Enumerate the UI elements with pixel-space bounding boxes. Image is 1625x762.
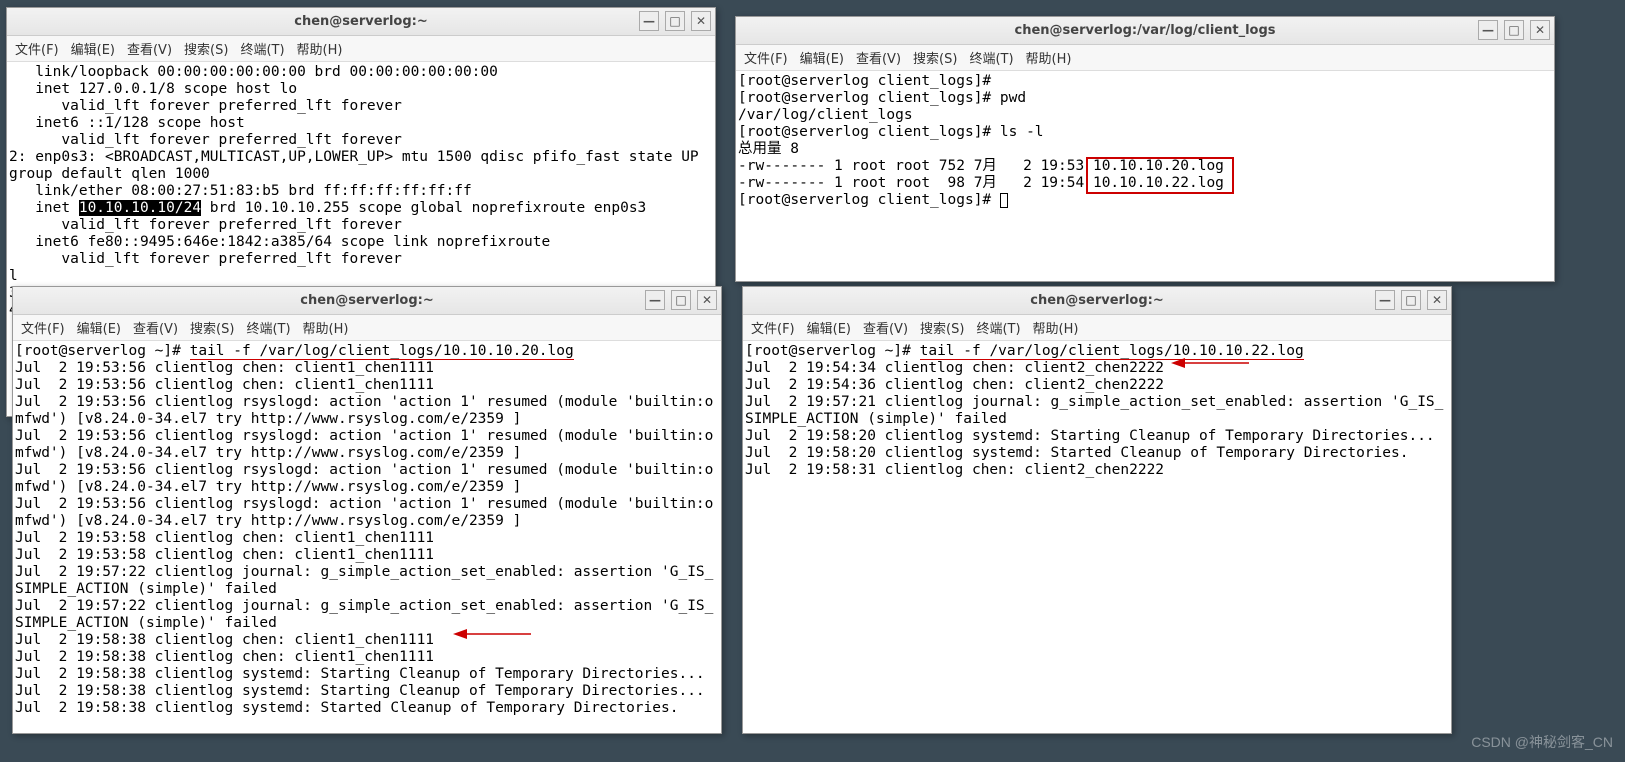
log-file-2: 10.10.10.22.log: [1093, 175, 1224, 191]
maximize-icon: □: [1405, 293, 1416, 307]
close-button[interactable]: ✕: [697, 290, 717, 310]
maximize-button[interactable]: □: [671, 290, 691, 310]
menu-edit[interactable]: 编辑(E): [800, 48, 844, 67]
highlighted-ip: 10.10.10.10/24: [79, 200, 201, 216]
titlebar[interactable]: chen@serverlog:~ — □ ✕: [743, 287, 1451, 315]
menu-view[interactable]: 查看(V): [133, 318, 178, 337]
maximize-button[interactable]: □: [1504, 20, 1524, 40]
menu-search[interactable]: 搜索(S): [190, 318, 234, 337]
watermark: CSDN @神秘剑客_CN: [1471, 732, 1613, 752]
menu-view[interactable]: 查看(V): [127, 39, 172, 58]
menu-terminal[interactable]: 终端(T): [969, 48, 1013, 67]
menu-view[interactable]: 查看(V): [863, 318, 908, 337]
titlebar[interactable]: chen@serverlog:~ — □ ✕: [7, 8, 715, 36]
menubar: 文件(F) 编辑(E) 查看(V) 搜索(S) 终端(T) 帮助(H): [13, 315, 721, 341]
terminal-output[interactable]: [root@serverlog ~]# tail -f /var/log/cli…: [743, 341, 1451, 733]
terminal-output[interactable]: [root@serverlog client_logs]# [root@serv…: [736, 71, 1554, 281]
close-icon: ✕: [696, 14, 706, 28]
cursor-icon: [1000, 193, 1008, 208]
close-button[interactable]: ✕: [691, 11, 711, 31]
menu-file[interactable]: 文件(F): [15, 39, 59, 58]
menu-file[interactable]: 文件(F): [751, 318, 795, 337]
menu-file[interactable]: 文件(F): [21, 318, 65, 337]
log-file-1: 10.10.10.20.log: [1093, 158, 1224, 174]
tail-command: tail -f /var/log/client_logs/10.10.10.20…: [190, 343, 574, 360]
menubar: 文件(F) 编辑(E) 查看(V) 搜索(S) 终端(T) 帮助(H): [743, 315, 1451, 341]
maximize-icon: □: [1508, 23, 1519, 37]
prompt: [root@serverlog ~]#: [745, 343, 920, 359]
minimize-icon: —: [649, 293, 661, 307]
menu-terminal[interactable]: 终端(T): [240, 39, 284, 58]
maximize-button[interactable]: □: [665, 11, 685, 31]
menu-help[interactable]: 帮助(H): [303, 318, 349, 337]
minimize-icon: —: [643, 14, 655, 28]
terminal-window-bottomright[interactable]: chen@serverlog:~ — □ ✕ 文件(F) 编辑(E) 查看(V)…: [742, 286, 1452, 734]
maximize-icon: □: [675, 293, 686, 307]
maximize-icon: □: [669, 14, 680, 28]
menubar: 文件(F) 编辑(E) 查看(V) 搜索(S) 终端(T) 帮助(H): [736, 45, 1554, 71]
arrow-annotation-icon: [453, 626, 533, 642]
menu-file[interactable]: 文件(F): [744, 48, 788, 67]
minimize-button[interactable]: —: [1478, 20, 1498, 40]
titlebar[interactable]: chen@serverlog:/var/log/client_logs — □ …: [736, 17, 1554, 45]
minimize-icon: —: [1379, 293, 1391, 307]
minimize-button[interactable]: —: [1375, 290, 1395, 310]
terminal-window-topright[interactable]: chen@serverlog:/var/log/client_logs — □ …: [735, 16, 1555, 282]
menu-edit[interactable]: 编辑(E): [807, 318, 851, 337]
menubar: 文件(F) 编辑(E) 查看(V) 搜索(S) 终端(T) 帮助(H): [7, 36, 715, 62]
menu-edit[interactable]: 编辑(E): [71, 39, 115, 58]
minimize-button[interactable]: —: [645, 290, 665, 310]
menu-edit[interactable]: 编辑(E): [77, 318, 121, 337]
minimize-button[interactable]: —: [639, 11, 659, 31]
close-icon: ✕: [702, 293, 712, 307]
close-icon: ✕: [1535, 23, 1545, 37]
menu-search[interactable]: 搜索(S): [920, 318, 964, 337]
close-button[interactable]: ✕: [1530, 20, 1550, 40]
window-title: chen@serverlog:~: [743, 293, 1451, 308]
window-title: chen@serverlog:~: [7, 14, 715, 29]
maximize-button[interactable]: □: [1401, 290, 1421, 310]
menu-terminal[interactable]: 终端(T): [976, 318, 1020, 337]
menu-help[interactable]: 帮助(H): [1033, 318, 1079, 337]
menu-view[interactable]: 查看(V): [856, 48, 901, 67]
window-title: chen@serverlog:~: [13, 293, 721, 308]
tail-command: tail -f /var/log/client_logs/10.10.10.22…: [920, 343, 1304, 360]
menu-help[interactable]: 帮助(H): [297, 39, 343, 58]
titlebar[interactable]: chen@serverlog:~ — □ ✕: [13, 287, 721, 315]
menu-help[interactable]: 帮助(H): [1026, 48, 1072, 67]
window-title: chen@serverlog:/var/log/client_logs: [736, 23, 1554, 38]
minimize-icon: —: [1482, 23, 1494, 37]
menu-search[interactable]: 搜索(S): [184, 39, 228, 58]
terminal-window-bottomleft[interactable]: chen@serverlog:~ — □ ✕ 文件(F) 编辑(E) 查看(V)…: [12, 286, 722, 734]
prompt: [root@serverlog ~]#: [15, 343, 190, 359]
menu-search[interactable]: 搜索(S): [913, 48, 957, 67]
close-icon: ✕: [1432, 293, 1442, 307]
terminal-output[interactable]: [root@serverlog ~]# tail -f /var/log/cli…: [13, 341, 721, 733]
menu-terminal[interactable]: 终端(T): [246, 318, 290, 337]
close-button[interactable]: ✕: [1427, 290, 1447, 310]
